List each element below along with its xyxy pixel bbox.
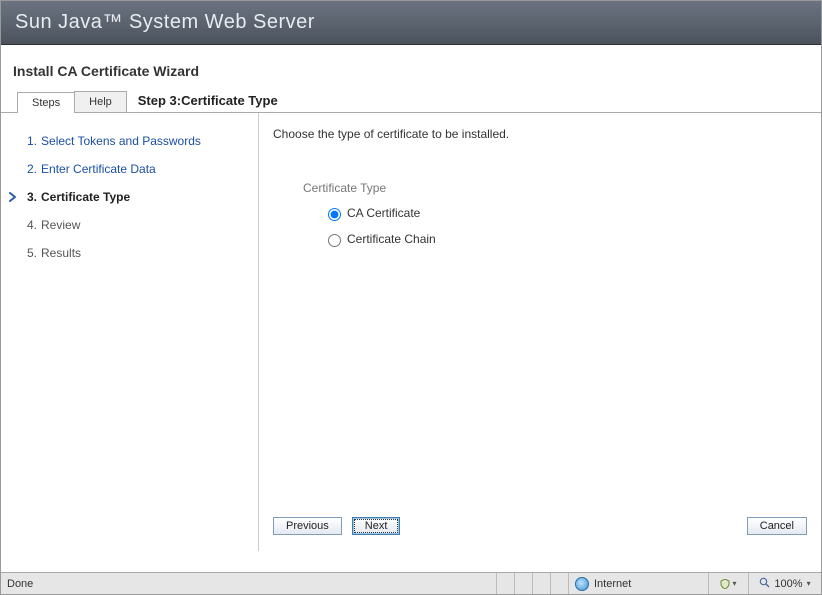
step-item-2[interactable]: 2. Enter Certificate Data [9,155,250,183]
radio-row-ca[interactable]: CA Certificate [323,205,807,221]
main-panel: Choose the type of certificate to be ins… [259,113,821,551]
step-label: Select Tokens and Passwords [41,134,201,148]
zone-label: Internet [594,578,631,590]
step-label: Enter Certificate Data [41,162,156,176]
browser-statusbar: Done Internet ▾ 100% ▾ [1,572,821,594]
magnifier-icon [759,577,770,591]
app-titlebar: Sun Java™ System Web Server [1,1,821,45]
shield-icon [720,579,730,589]
radio-label: CA Certificate [347,206,420,220]
radio-row-chain[interactable]: Certificate Chain [323,231,807,247]
wizard-title: Install CA Certificate Wizard [1,45,821,89]
cancel-button[interactable]: Cancel [747,517,807,535]
step-header: Step 3:Certificate Type [126,93,821,112]
wizard-buttons: Previous Next Cancel [273,509,807,543]
arrow-right-icon [9,192,19,202]
step-item-3-current[interactable]: 3. Certificate Type [9,183,250,211]
step-num: 4. [27,218,37,232]
previous-button[interactable]: Previous [273,517,342,535]
step-label: Review [41,218,80,232]
status-sep3 [533,573,551,594]
step-num: 1. [27,134,37,148]
tabs-row: Steps Help Step 3:Certificate Type [1,89,821,113]
tabs-container: Steps Help [17,91,126,112]
steps-sidebar: 1. Select Tokens and Passwords 2. Enter … [1,113,259,551]
content-row: 1. Select Tokens and Passwords 2. Enter … [1,113,821,551]
status-zone[interactable]: Internet [569,573,709,594]
step-item-5[interactable]: 5. Results [9,239,250,267]
step-label: Certificate Type [41,190,130,204]
chevron-down-icon: ▾ [807,579,811,588]
status-done: Done [1,573,497,594]
certificate-type-group-label: Certificate Type [303,181,807,195]
status-sep1 [497,573,515,594]
globe-icon [575,577,589,591]
status-zoom[interactable]: 100% ▾ [749,573,821,594]
zoom-value: 100% [774,578,802,590]
step-item-1[interactable]: 1. Select Tokens and Passwords [9,127,250,155]
step-num: 2. [27,162,37,176]
app-title: Sun Java™ System Web Server [15,11,315,34]
status-sep2 [515,573,533,594]
chevron-down-icon: ▾ [732,579,736,588]
tab-steps[interactable]: Steps [17,92,75,113]
step-num: 3. [27,190,37,204]
step-num: 5. [27,246,37,260]
step-label: Results [41,246,81,260]
instruction-text: Choose the type of certificate to be ins… [273,127,807,141]
radio-label: Certificate Chain [347,232,436,246]
step-item-4[interactable]: 4. Review [9,211,250,239]
tab-help[interactable]: Help [74,91,127,112]
next-button[interactable]: Next [352,517,401,535]
radio-ca-certificate[interactable] [328,208,341,221]
radio-certificate-chain[interactable] [328,234,341,247]
status-protected-mode[interactable]: ▾ [709,573,749,594]
status-sep4 [551,573,569,594]
